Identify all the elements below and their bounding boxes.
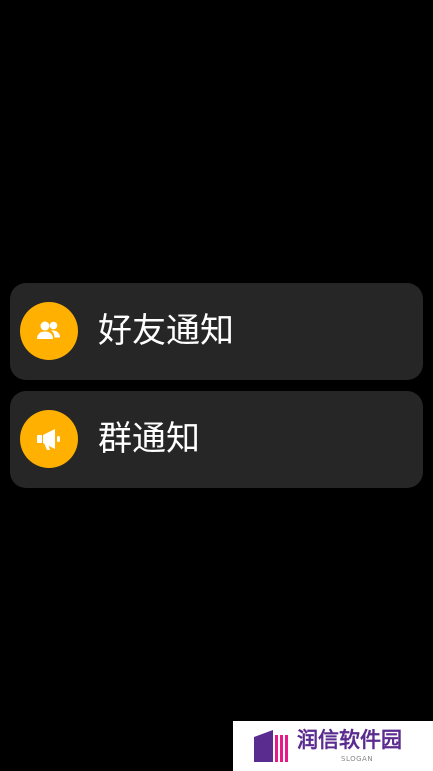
group-notifications-label: 群通知 <box>98 419 200 459</box>
friend-notifications-label: 好友通知 <box>98 311 234 351</box>
friend-notifications-item[interactable]: 好友通知 <box>10 283 423 380</box>
watermark-brand: 润信软件园 <box>297 728 402 752</box>
group-notifications-item[interactable]: 群通知 <box>10 391 423 488</box>
watermark-slogan: SLOGAN <box>341 755 374 763</box>
brand-logo-icon <box>254 730 288 762</box>
megaphone-icon <box>20 410 78 468</box>
friends-icon <box>20 302 78 360</box>
watermark-logo: 润信软件园 SLOGAN <box>233 721 433 771</box>
